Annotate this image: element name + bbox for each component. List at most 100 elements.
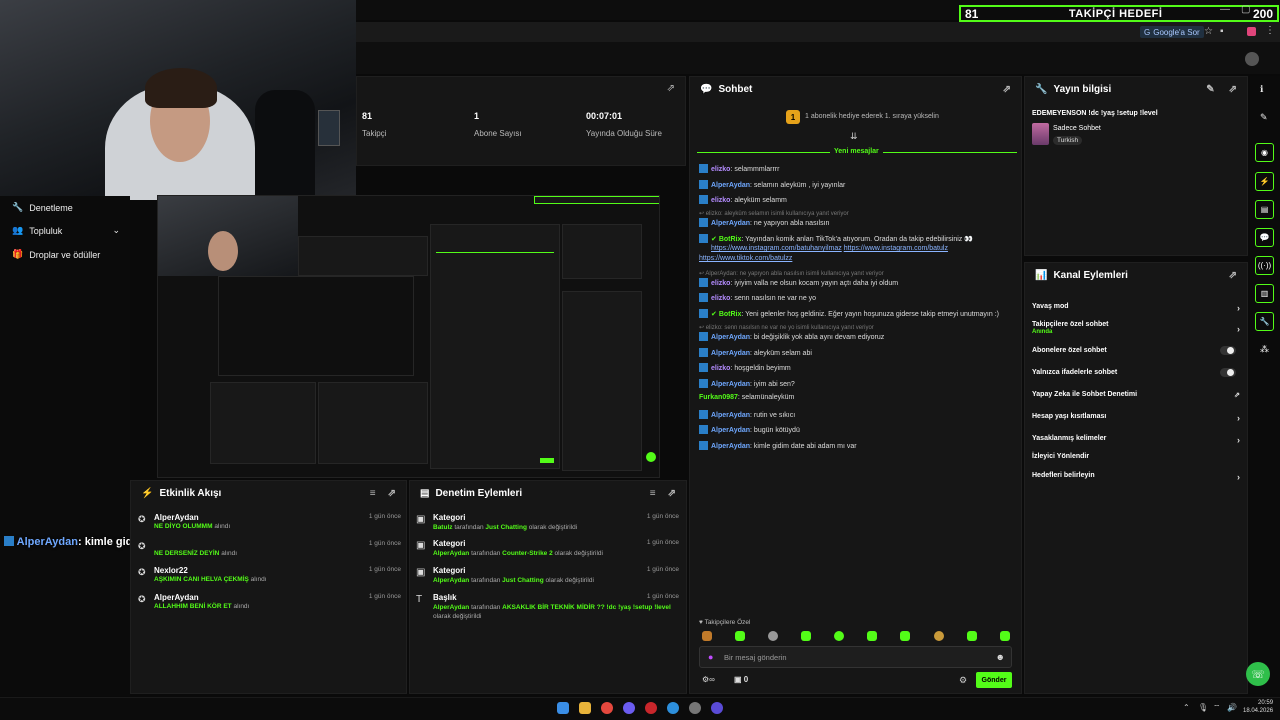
chrome-icon[interactable] [601, 702, 613, 714]
volume-icon[interactable]: 🔊 [1227, 703, 1237, 712]
edit-icon[interactable]: ✎ [1206, 84, 1214, 95]
rail-button-wrench[interactable]: 🔧 [1255, 312, 1274, 331]
emote-icon[interactable] [967, 631, 977, 641]
popout-icon[interactable]: ⇗ [388, 488, 396, 499]
rail-button-document[interactable]: ▤ [1255, 200, 1274, 219]
moderation-title: Denetim Eylemleri [435, 487, 523, 499]
edge-icon[interactable] [667, 702, 679, 714]
chat-message[interactable]: AlperAydan: iyim abi sen? [699, 379, 795, 388]
rail-button-camera[interactable]: ◉ [1255, 143, 1274, 162]
sidebar-item-denetleme[interactable]: 🔧 Denetleme [12, 202, 73, 213]
action-slow-mode[interactable]: Yavaş mod › [1032, 303, 1240, 313]
extensions-icon[interactable]: ▪ [1220, 26, 1224, 37]
filter-icon[interactable]: ≡ [370, 488, 376, 499]
action-raid[interactable]: İzleyici Yönlendir [1032, 453, 1240, 460]
minimize-icon[interactable]: — [1220, 4, 1230, 15]
points-icon[interactable]: ⚙∞ [702, 675, 715, 684]
emoji-icon[interactable]: ☻ [996, 652, 1005, 662]
wifi-icon[interactable]: ⌔ [1213, 703, 1221, 713]
filter-icon[interactable]: ≡ [650, 488, 656, 499]
maximize-icon[interactable]: ▢ [1241, 4, 1250, 15]
menu-icon[interactable]: ⋮ [1265, 25, 1275, 36]
popout-icon[interactable]: ⇗ [668, 488, 676, 499]
action-subscribers-only[interactable]: Abonelere özel sohbet [1032, 346, 1240, 355]
settings-app-icon[interactable] [689, 702, 701, 714]
action-banned-words[interactable]: Yasaklanmış kelimeler › [1032, 435, 1240, 445]
mic-icon[interactable]: 🎙 [1198, 703, 1208, 712]
action-followers-only[interactable]: Takipçilere özel sohbet Anında › [1032, 321, 1240, 335]
google-sor-button[interactable]: G Google'a Sor [1140, 26, 1204, 38]
kick-badge-icon [699, 293, 708, 302]
emote-icon[interactable] [867, 631, 877, 641]
send-button[interactable]: Gönder [976, 672, 1012, 688]
reply-context: ↩ elizko: aleyküm selamın isimli kullanı… [699, 211, 849, 217]
info-icon[interactable]: ℹ [1260, 84, 1263, 95]
emote-icon[interactable] [1000, 631, 1010, 641]
gift-icon: ✪ [138, 594, 146, 604]
support-chat-icon[interactable]: ☏ [1246, 662, 1270, 686]
emote-icon[interactable] [702, 631, 712, 641]
chat-message[interactable]: elizko: iyiyim valla ne olsun kocam yayı… [699, 278, 898, 287]
chat-message[interactable]: elizko: hoşgeldin beyimm [699, 363, 791, 372]
sidebar-item-droplar[interactable]: 🎁 Droplar ve ödüller [12, 249, 100, 260]
discord-icon[interactable] [623, 702, 635, 714]
emote-icon[interactable] [735, 631, 745, 641]
emote-icon[interactable] [768, 631, 778, 641]
action-goals[interactable]: Hedefleri belirleyin › [1032, 472, 1240, 482]
profile-icon[interactable] [1247, 27, 1256, 36]
chat-message[interactable]: AlperAydan: selamın aleyküm , iyi yayınl… [699, 180, 845, 189]
chat-message[interactable]: elizko: aleyküm selamm [699, 195, 787, 204]
chat-message[interactable]: elizko: senn nasılsın ne var ne yo [699, 293, 816, 302]
action-ai-moderation[interactable]: Yapay Zeka ile Sohbet Denetimi ⇗ [1032, 391, 1240, 399]
system-clock[interactable]: 20:59 18.04.2026 [1243, 699, 1273, 715]
followers-only-label: ♥ Takipçilere Özel [699, 619, 751, 626]
mic-icon[interactable]: ● [708, 652, 713, 662]
file-explorer-icon[interactable] [579, 702, 591, 714]
popout-icon[interactable]: ⇗ [667, 83, 675, 94]
emote-icon[interactable] [801, 631, 811, 641]
popout-icon[interactable]: ⇗ [1229, 84, 1237, 95]
chat-message[interactable]: AlperAydan: kimle gidim date abi adam mı… [699, 441, 857, 450]
stat-followers: 81 Takipçi [362, 111, 387, 138]
tray-chevron-icon[interactable]: ⌃ [1183, 703, 1190, 712]
chat-message[interactable]: ✔ BotRix: Yeni gelenler hoş geldiniz. Eğ… [699, 309, 999, 318]
chat-message[interactable]: AlperAydan: aleyküm selam abi [699, 348, 812, 357]
chat-message[interactable]: elizko: selammmlarrrr [699, 164, 779, 173]
obs-icon[interactable] [711, 702, 723, 714]
chat-message[interactable]: AlperAydan: bugün kötüydü [699, 425, 800, 434]
chat-links[interactable]: https://www.instagram.com/batuhanyilmaz … [699, 244, 948, 264]
chat-message[interactable]: AlperAydan: ne yapıyon abla nasılsın [699, 218, 829, 227]
settings-icon[interactable]: ⚙ [959, 675, 967, 686]
toggle-switch[interactable] [1220, 368, 1236, 377]
star-icon[interactable]: ☆ [1204, 26, 1213, 37]
chat-message[interactable]: Furkan0987: selamünaleyküm [699, 394, 794, 401]
edit-icon[interactable]: ✎ [1260, 112, 1268, 123]
chat-message[interactable]: AlperAydan: bi değişiklik yok abla aynı … [699, 332, 884, 341]
sidebar-item-topluluk[interactable]: 👥 Topluluk ⌄ [12, 225, 120, 236]
list-item: ✪ NE DERSENİZ DEYİN alındı 1 gün önce [138, 540, 401, 557]
pinned-gift-text[interactable]: 1 abonelik hediye ederek 1. sıraya yükse… [805, 113, 939, 120]
rail-button-chat[interactable]: 💬 [1255, 228, 1274, 247]
rail-button-chart[interactable]: ▥ [1255, 284, 1274, 303]
toggle-switch[interactable] [1220, 346, 1236, 355]
popout-icon[interactable]: ⇗ [1229, 270, 1237, 281]
emote-icon[interactable] [900, 631, 910, 641]
pin-arrow-icon[interactable]: ⇊ [850, 131, 858, 142]
action-account-age[interactable]: Hesap yaşı kısıtlaması › [1032, 413, 1240, 423]
popout-icon[interactable]: ⇗ [1003, 84, 1011, 95]
emote-icon[interactable] [834, 631, 844, 641]
kick-badge-icon [699, 348, 708, 357]
viewer-count: ▣ 0 [734, 675, 749, 684]
windows-start-icon[interactable] [557, 702, 569, 714]
list-item: ✪ AlperAydan ALLAHHIM BENİ KÖR ET alındı 1 … [138, 593, 401, 610]
chat-input[interactable]: ● Bir mesaj gönderin ☻ [699, 646, 1012, 668]
opera-icon[interactable] [645, 702, 657, 714]
chat-message[interactable]: ✔ BotRix: Yayından komik anları TikTok'a… [699, 234, 973, 243]
share-icon[interactable]: ⁂ [1260, 344, 1269, 355]
rail-button-bolt[interactable]: ⚡ [1255, 172, 1274, 191]
avatar[interactable] [1245, 52, 1259, 66]
chat-message[interactable]: AlperAydan: rutin ve sıkıcı [699, 410, 795, 419]
rail-button-broadcast[interactable]: ((·)) [1255, 256, 1274, 275]
action-emote-only[interactable]: Yalnızca ifadelerle sohbet [1032, 368, 1240, 377]
emote-icon[interactable] [934, 631, 944, 641]
